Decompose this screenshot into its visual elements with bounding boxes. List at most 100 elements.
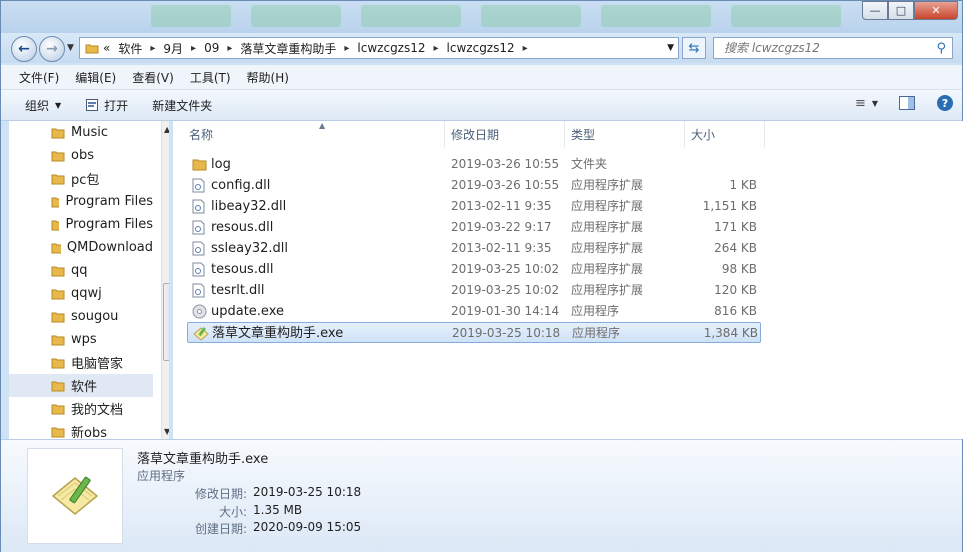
file-row[interactable]: resous.dll 2019-03-22 9:17 应用程序扩展 171 KB [187,217,761,238]
nav-scrollbar[interactable]: ▲ ≡ ▼ [161,121,169,439]
file-type: 应用程序 [572,326,621,340]
dll-icon [192,241,205,256]
dropdown-arrow-icon: ▼ [55,100,62,110]
address-bar[interactable]: « 软件 ▸ 9月 ▸ 09 ▸ 落草文章重构助手 ▸ lcwzcgzs12 ▸… [79,37,679,59]
nav-item[interactable]: qq [9,259,153,282]
view-options-icon[interactable]: ≡ [855,96,866,111]
nav-item[interactable]: Program Files [9,190,153,213]
nav-item[interactable]: 软件 [9,374,153,397]
dll-icon [192,199,205,214]
nav-item[interactable]: 新obs [9,420,153,439]
file-name: 落草文章重构助手.exe [212,326,344,341]
breadcrumb-item[interactable]: 09 [200,41,223,55]
search-box[interactable]: ⚲ [713,37,953,59]
file-row[interactable]: ssleay32.dll 2013-02-11 9:35 应用程序扩展 264 KB [187,238,761,259]
search-input[interactable] [722,38,926,58]
column-header-type[interactable]: 类型 [565,121,685,147]
folder-icon [51,427,65,437]
column-header-date[interactable]: 修改日期 [445,121,565,147]
scroll-thumb[interactable]: ≡ [163,283,169,361]
file-name: libeay32.dll [211,199,287,214]
breadcrumb-item[interactable]: 9月 [159,40,187,57]
column-header-size[interactable]: 大小 [685,121,765,147]
modified-date-label: 修改日期: [194,487,247,501]
menu-view[interactable]: 查看(V) [124,69,182,86]
back-button[interactable]: ← [11,36,37,62]
file-row[interactable]: config.dll 2019-03-26 10:55 应用程序扩展 1 KB [187,175,761,196]
nav-item-label: 电脑管家 [71,357,124,372]
sort-arrow-icon: ▲ [319,121,326,130]
back-arrow-icon: ← [18,41,30,57]
file-size: 1 KB [729,178,757,192]
created-date-value: 2020-09-09 15:05 [253,520,362,534]
nav-item[interactable]: qqwj [9,282,153,305]
address-history-dropdown[interactable]: ▼ [667,43,674,53]
chevron-right-icon[interactable]: ▸ [223,43,236,54]
nav-item[interactable]: Music [9,121,153,144]
file-row[interactable]: tesous.dll 2019-03-25 10:02 应用程序扩展 98 KB [187,259,761,280]
search-icon[interactable]: ⚲ [936,41,946,56]
title-bar[interactable]: — □ ✕ [1,1,962,33]
nav-item[interactable]: 电脑管家 [9,351,153,374]
help-icon[interactable]: ? [936,94,954,112]
open-button[interactable]: 打开 [73,90,140,120]
nav-item[interactable]: wps [9,328,153,351]
nav-item[interactable]: sougou [9,305,153,328]
view-dropdown-icon[interactable]: ▼ [872,99,878,108]
file-row[interactable]: log 2019-03-26 10:55 文件夹 [187,154,761,175]
nav-item-label: pc包 [71,173,100,188]
minimize-button[interactable]: — [862,1,888,20]
file-row[interactable]: update.exe 2019-01-30 14:14 应用程序 816 KB [187,301,761,322]
breadcrumb-item[interactable]: 软件 [114,40,146,57]
maximize-button[interactable]: □ [888,1,914,20]
file-row[interactable]: libeay32.dll 2013-02-11 9:35 应用程序扩展 1,151 K… [187,196,761,217]
chevron-right-icon[interactable]: ▸ [340,43,353,54]
file-name: tesous.dll [211,262,274,277]
breadcrumb-item[interactable]: lcwzcgzs12 [353,41,429,55]
chevron-right-icon[interactable]: ▸ [146,43,159,54]
refresh-button[interactable]: ⇆ [682,37,706,59]
nav-item[interactable]: obs [9,144,153,167]
folder-icon [51,312,65,322]
folder-icon [51,220,60,230]
breadcrumb-item[interactable]: 落草文章重构助手 [236,40,340,57]
size-value: 1.35 MB [253,503,303,517]
nav-item-label: sougou [71,309,119,324]
forward-button[interactable]: → [39,36,65,62]
file-row[interactable]: tesrlt.dll 2019-03-25 10:02 应用程序扩展 120 KB [187,280,761,301]
file-size: 1,151 KB [702,199,757,213]
menu-file[interactable]: 文件(F) [11,69,67,86]
column-header-name[interactable]: 名称 ▲ [183,121,445,147]
chevron-right-icon[interactable]: ▸ [430,43,443,54]
nav-item[interactable]: Program Files [9,213,153,236]
breadcrumb-item[interactable]: lcwzcgzs12 [443,41,519,55]
scroll-down-icon[interactable]: ▼ [164,427,169,436]
nav-item[interactable]: pc包 [9,167,153,190]
recent-pages-dropdown[interactable]: ▼ [67,43,74,53]
nav-item-label: Program Files [65,194,153,209]
close-icon: ✕ [931,4,941,17]
created-date-label: 创建日期: [194,522,247,536]
close-button[interactable]: ✕ [914,1,958,20]
chevron-right-icon[interactable]: ▸ [519,43,532,54]
background-blur [481,5,581,27]
nav-item[interactable]: QMDownload [9,236,153,259]
new-folder-button[interactable]: 新建文件夹 [140,90,224,120]
preview-pane-icon[interactable] [898,95,916,111]
address-overflow[interactable]: « [99,41,114,55]
file-row[interactable]: 落草文章重构助手.exe 2019-03-25 10:18 应用程序 1,384 KB [187,322,761,343]
scroll-up-icon[interactable]: ▲ [164,125,169,134]
menu-tools[interactable]: 工具(T) [182,69,239,86]
chevron-right-icon[interactable]: ▸ [187,43,200,54]
file-name: log [211,157,231,172]
organize-label: 组织 [25,98,50,113]
file-type: 应用程序扩展 [571,220,644,234]
nav-item[interactable]: 我的文档 [9,397,153,420]
file-thumbnail [27,448,123,544]
background-blur [731,5,841,27]
organize-button[interactable]: 组织 ▼ [1,90,73,120]
menu-edit[interactable]: 编辑(E) [67,69,124,86]
dll-icon [192,283,205,298]
folder-icon [85,44,99,54]
menu-help[interactable]: 帮助(H) [239,69,297,86]
